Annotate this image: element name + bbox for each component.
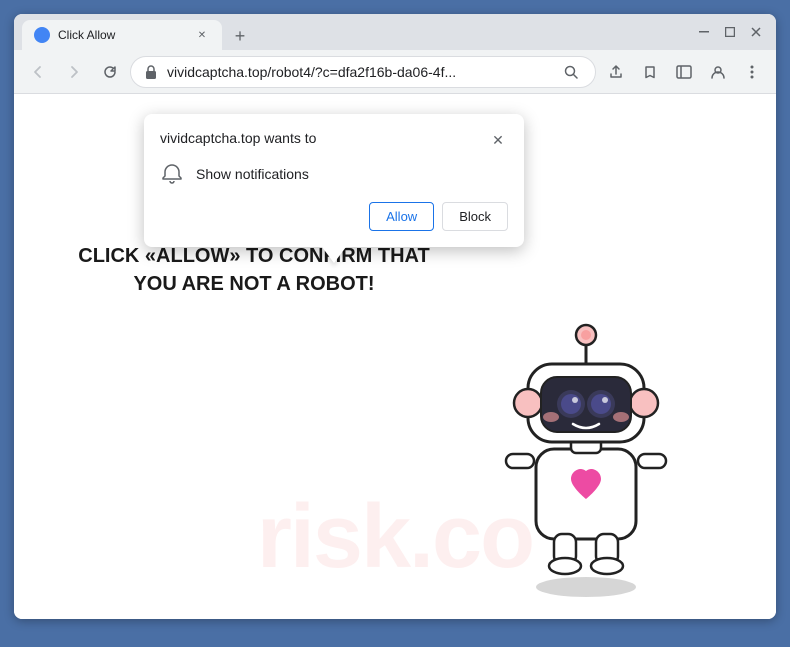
- tab-strip: Click Allow ✕ +: [22, 14, 692, 50]
- notification-popup: vividcaptcha.top wants to ✕ Show notific…: [144, 114, 524, 247]
- notification-row: Show notifications: [160, 162, 508, 186]
- browser-window: Click Allow ✕ +: [14, 14, 776, 619]
- new-tab-button[interactable]: +: [226, 22, 254, 50]
- forward-button[interactable]: [58, 56, 90, 88]
- nav-actions: [600, 56, 768, 88]
- minimize-button[interactable]: [692, 20, 716, 44]
- back-button[interactable]: [22, 56, 54, 88]
- popup-close-button[interactable]: ✕: [488, 130, 508, 150]
- address-bar[interactable]: vividcaptcha.top/robot4/?c=dfa2f16b-da06…: [130, 56, 596, 88]
- allow-button[interactable]: Allow: [369, 202, 434, 231]
- reload-button[interactable]: [94, 56, 126, 88]
- close-button[interactable]: [744, 20, 768, 44]
- notification-label: Show notifications: [196, 166, 309, 182]
- page-content: risk.co vividcaptcha.top wants to ✕ Show…: [14, 94, 776, 619]
- title-bar: Click Allow ✕ +: [14, 14, 776, 50]
- search-icon[interactable]: [559, 60, 583, 84]
- tab-close-button[interactable]: ✕: [194, 27, 210, 43]
- account-icon[interactable]: [702, 56, 734, 88]
- popup-buttons: Allow Block: [160, 202, 508, 231]
- tab-favicon: [34, 27, 50, 43]
- popup-tail: [322, 247, 346, 263]
- window-controls: [692, 20, 768, 44]
- page-main-text: CLICK «ALLOW» TO CONFIRM THAT YOU ARE NO…: [74, 242, 434, 298]
- bookmark-icon[interactable]: [634, 56, 666, 88]
- sidebar-icon[interactable]: [668, 56, 700, 88]
- lock-icon: [143, 64, 159, 80]
- url-text: vividcaptcha.top/robot4/?c=dfa2f16b-da06…: [167, 64, 551, 80]
- popup-header: vividcaptcha.top wants to ✕: [160, 130, 508, 150]
- share-icon[interactable]: [600, 56, 632, 88]
- robot-illustration: [476, 289, 696, 599]
- popup-title: vividcaptcha.top wants to: [160, 130, 316, 146]
- active-tab[interactable]: Click Allow ✕: [22, 20, 222, 50]
- maximize-button[interactable]: [718, 20, 742, 44]
- tab-title: Click Allow: [58, 28, 186, 42]
- bell-icon: [160, 162, 184, 186]
- navigation-bar: vividcaptcha.top/robot4/?c=dfa2f16b-da06…: [14, 50, 776, 94]
- block-button[interactable]: Block: [442, 202, 508, 231]
- menu-icon[interactable]: [736, 56, 768, 88]
